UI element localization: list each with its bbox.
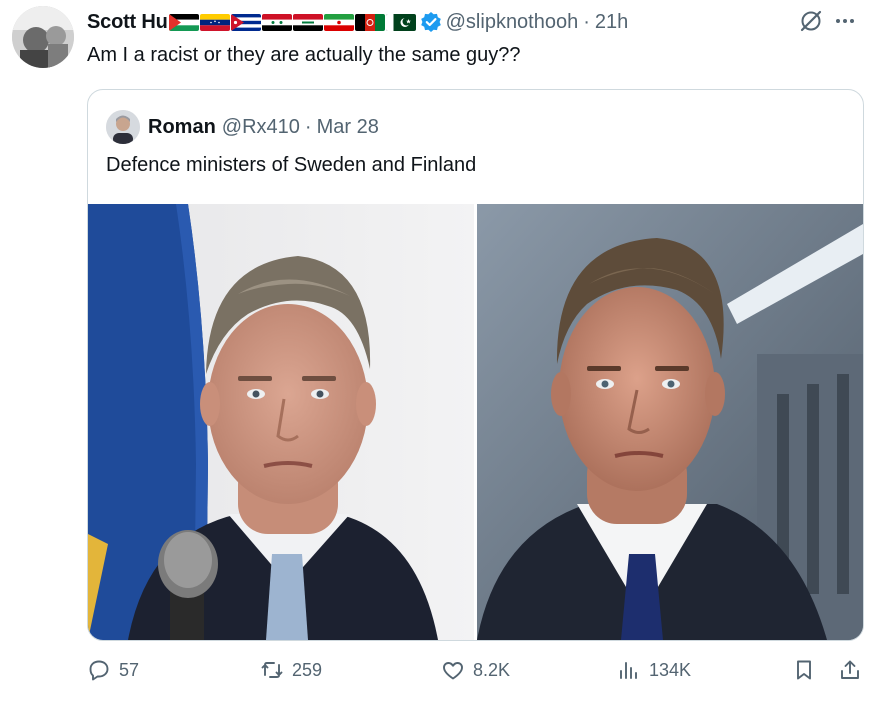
tweet-top-actions — [798, 8, 858, 34]
separator-dot: · — [583, 10, 590, 33]
iran-flag-icon — [323, 13, 354, 31]
bookmark-icon — [797, 660, 811, 680]
reply-count: 57 — [119, 659, 140, 680]
repost-count: 259 — [292, 659, 323, 680]
afghanistan-flag-icon — [354, 13, 385, 31]
author-handle[interactable]: @slipknothooh — [446, 11, 579, 34]
heart-icon — [443, 662, 463, 680]
verified-badge-icon — [420, 12, 441, 32]
views-icon — [620, 662, 637, 679]
iraq-flag-icon — [292, 13, 323, 31]
like-button[interactable]: 8.2K — [441, 658, 510, 682]
share-button[interactable] — [838, 658, 862, 682]
quoted-author-handle[interactable]: @Rx410 — [222, 116, 300, 139]
tweet-actions-bar: 57 259 8.2K 134K — [0, 658, 878, 692]
grok-icon[interactable] — [798, 8, 824, 34]
separator-dot: · — [304, 115, 312, 138]
views-button[interactable]: 134K — [617, 658, 691, 682]
view-count: 134K — [649, 659, 692, 680]
bookmark-button[interactable] — [792, 658, 816, 682]
quoted-tweet-date[interactable]: Mar 28 — [317, 116, 379, 139]
quoted-tweet[interactable]: Roman @Rx410 · Mar 28 Defence ministers … — [87, 89, 864, 641]
tweet-header: Scott Hu @slipknothooh · 21h — [87, 8, 628, 36]
share-icon — [841, 660, 859, 679]
cuba-flag-icon — [230, 13, 261, 31]
palestine-flag-icon — [168, 13, 199, 31]
tweet-timestamp[interactable]: 21h — [595, 11, 628, 34]
author-name[interactable]: Scott Hu — [87, 11, 168, 34]
repost-icon — [261, 662, 283, 678]
photo-man-with-microphone[interactable] — [88, 204, 474, 640]
reply-button[interactable]: 57 — [87, 658, 139, 682]
more-options-icon[interactable] — [832, 8, 858, 34]
reply-icon — [89, 660, 109, 681]
tweet-text: Am I a racist or they are actually the s… — [87, 44, 521, 66]
repost-button[interactable]: 259 — [260, 658, 322, 682]
like-count: 8.2K — [473, 659, 511, 680]
venezuela-flag-icon — [199, 13, 230, 31]
author-avatar[interactable] — [12, 6, 74, 68]
quoted-tweet-header: Roman @Rx410 · Mar 28 — [106, 110, 379, 144]
quoted-author-avatar[interactable] — [106, 110, 140, 144]
quoted-author-name[interactable]: Roman — [148, 116, 216, 139]
quoted-tweet-text: Defence ministers of Sweden and Finland — [106, 154, 477, 176]
flag-emoji-list — [168, 13, 417, 31]
pakistan-flag-icon — [385, 13, 416, 31]
syria-flag-icon — [261, 13, 292, 31]
photo-man-in-suit[interactable] — [477, 204, 863, 640]
